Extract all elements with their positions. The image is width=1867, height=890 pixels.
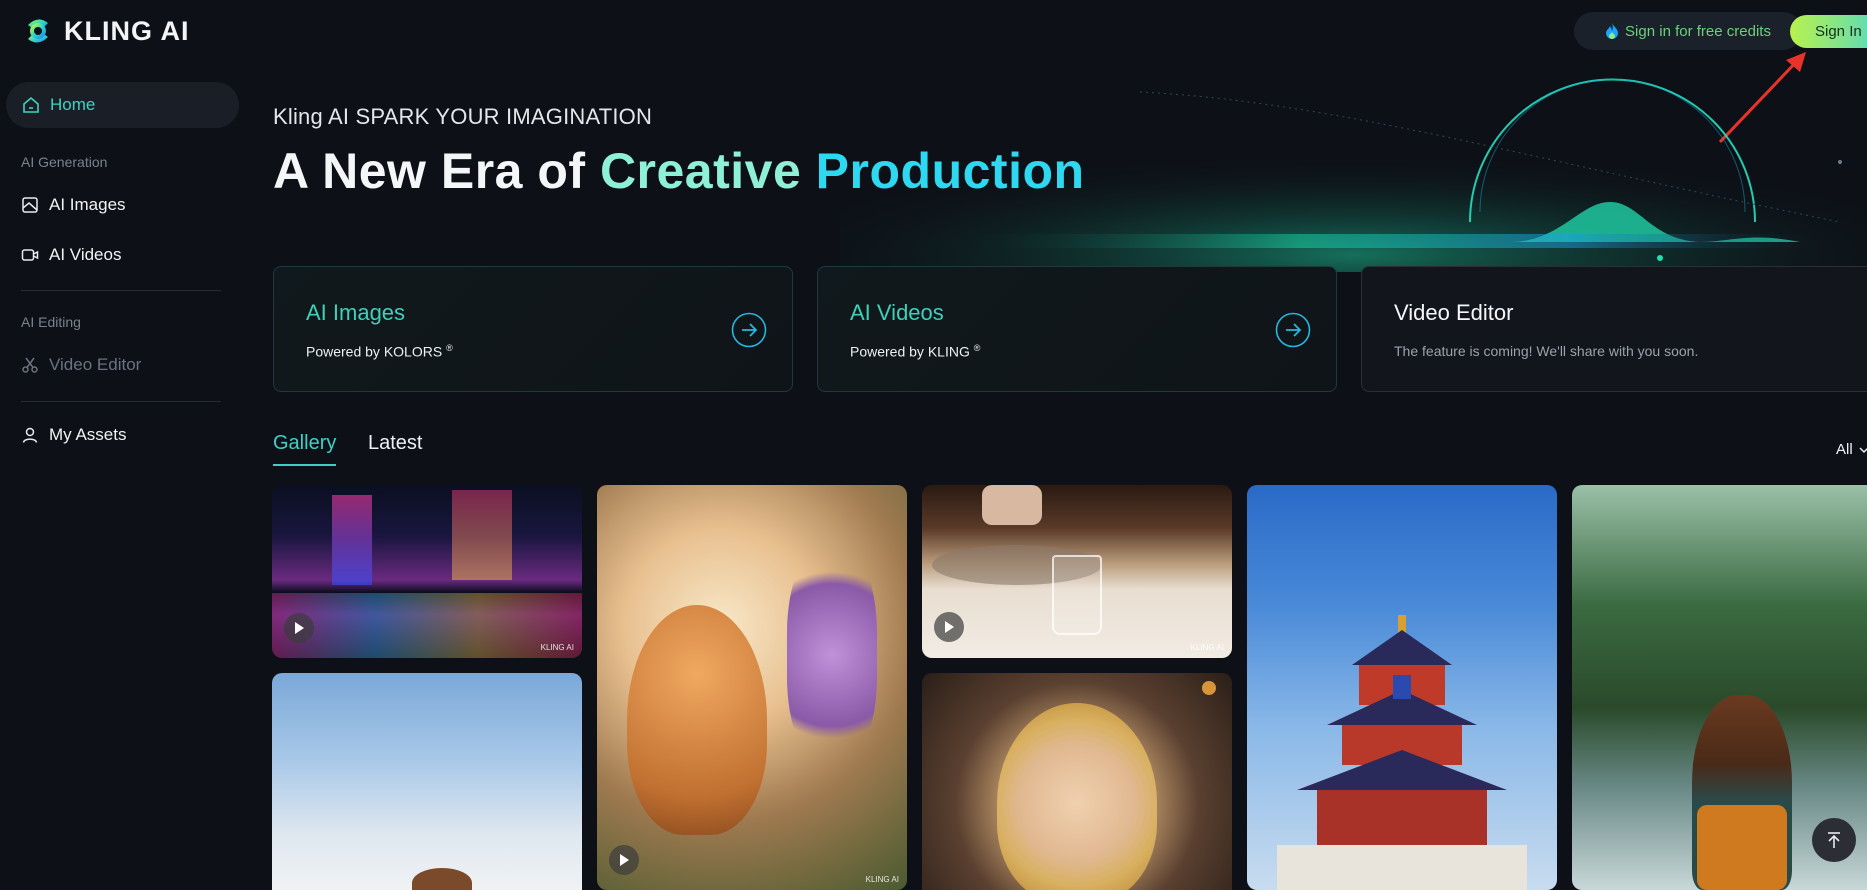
brand-name: KLING AI bbox=[64, 15, 190, 46]
card-title: AI Images bbox=[306, 300, 406, 325]
sidebar-item-ai-videos[interactable]: AI Videos bbox=[21, 240, 121, 270]
play-icon[interactable] bbox=[284, 613, 314, 643]
face bbox=[997, 703, 1157, 890]
divider bbox=[21, 401, 221, 402]
flame-icon bbox=[1606, 23, 1619, 39]
sidebar-item-home[interactable]: Home bbox=[6, 82, 239, 128]
scissors-icon bbox=[22, 357, 38, 373]
user-icon bbox=[22, 427, 38, 443]
hero-title-part: Production bbox=[815, 143, 1085, 199]
sidebar-item-my-assets[interactable]: My Assets bbox=[21, 420, 126, 450]
sidebar-item-label: My Assets bbox=[49, 425, 127, 444]
image-icon bbox=[22, 197, 38, 213]
sidebar: Home AI Generation AI Images AI Videos A… bbox=[0, 62, 240, 890]
video-camera-icon bbox=[21, 249, 39, 261]
card-ai-videos[interactable]: AI Videos Powered by KLING ® bbox=[817, 266, 1337, 392]
neon-building bbox=[452, 490, 512, 580]
tile-city-night[interactable]: KLING AI bbox=[272, 485, 582, 658]
neon-building bbox=[332, 495, 372, 585]
hero-title-part: A New Era of bbox=[273, 143, 600, 199]
home-icon bbox=[23, 96, 39, 113]
kling-watermark: KLING AI bbox=[1190, 643, 1224, 652]
registered-mark: ® bbox=[973, 343, 981, 353]
free-credits-label: Sign in for free credits bbox=[1625, 22, 1771, 40]
kling-logo-icon bbox=[28, 19, 48, 43]
hero-title-part: Creative bbox=[599, 143, 816, 199]
card-subtitle: Powered by KLING ® bbox=[850, 343, 980, 360]
backpack bbox=[1697, 805, 1787, 890]
street-reflection bbox=[272, 593, 582, 658]
card-subtitle-text: Powered by KLING bbox=[850, 343, 970, 360]
card-subtitle: The feature is coming! We'll share with … bbox=[1394, 343, 1699, 359]
glass bbox=[1052, 555, 1102, 635]
card-title: AI Videos bbox=[850, 300, 944, 325]
card-subtitle: Powered by KOLORS ® bbox=[306, 343, 453, 360]
sidebar-item-ai-images[interactable]: AI Images bbox=[21, 190, 126, 220]
top-bar: KLING AI Sign in for free credits Sign I… bbox=[0, 0, 1867, 144]
card-subtitle-text: Powered by KOLORS bbox=[306, 343, 443, 360]
hand bbox=[982, 485, 1042, 525]
tile-blonde-portrait[interactable] bbox=[922, 673, 1232, 890]
card-ai-images[interactable]: AI Images Powered by KOLORS ® bbox=[273, 266, 793, 392]
temple-illustration bbox=[1277, 615, 1527, 890]
kling-watermark: KLING AI bbox=[865, 875, 899, 884]
kling-logo[interactable]: KLING AI bbox=[22, 12, 190, 50]
sign-in-button[interactable]: Sign In bbox=[1790, 15, 1867, 48]
tile-cat-flowers[interactable]: KLING AI bbox=[597, 485, 907, 890]
play-icon[interactable] bbox=[934, 612, 964, 642]
cat-figure bbox=[627, 605, 767, 835]
hero-banner: Kling AI SPARK YOUR IMAGINATION A New Er… bbox=[240, 62, 1867, 272]
hero-title: A New Era of Creative Production bbox=[273, 142, 1085, 200]
flowers bbox=[787, 545, 877, 765]
divider bbox=[21, 290, 221, 291]
kling-watermark: KLING AI bbox=[540, 643, 574, 652]
arrow-up-icon bbox=[1828, 832, 1840, 848]
chevron-down-icon bbox=[1859, 446, 1867, 453]
sidebar-item-label: Video Editor bbox=[49, 355, 142, 374]
card-video-editor[interactable]: Video Editor The feature is coming! We'l… bbox=[1361, 266, 1867, 392]
bokeh-light bbox=[1202, 681, 1216, 695]
dog-head bbox=[412, 868, 472, 890]
section-label-ai-generation: AI Generation bbox=[21, 154, 108, 170]
sidebar-item-label: Home bbox=[50, 95, 96, 114]
tile-temple-of-heaven[interactable] bbox=[1247, 485, 1557, 890]
sidebar-item-video-editor[interactable]: Video Editor bbox=[21, 350, 141, 380]
filter-dropdown[interactable]: All bbox=[1836, 441, 1867, 458]
card-title: Video Editor bbox=[1394, 300, 1514, 325]
play-icon[interactable] bbox=[609, 845, 639, 875]
hero-subtitle: Kling AI SPARK YOUR IMAGINATION bbox=[273, 104, 653, 129]
filter-value: All bbox=[1836, 441, 1853, 458]
feature-cards: AI Images Powered by KOLORS ® AI Videos … bbox=[273, 266, 1867, 392]
scroll-to-top-button[interactable] bbox=[1812, 818, 1856, 862]
section-label-ai-editing: AI Editing bbox=[21, 314, 81, 330]
tile-sky-dog[interactable] bbox=[272, 673, 582, 890]
tab-latest[interactable]: Latest bbox=[368, 432, 422, 455]
tab-gallery[interactable]: Gallery bbox=[273, 432, 337, 466]
tile-glass-sink[interactable]: KLING AI bbox=[922, 485, 1232, 658]
arrow-right-icon[interactable] bbox=[731, 312, 767, 348]
sidebar-item-label: AI Videos bbox=[49, 245, 122, 264]
registered-mark: ® bbox=[446, 343, 453, 353]
free-credits-button[interactable]: Sign in for free credits bbox=[1574, 12, 1802, 50]
sidebar-item-label: AI Images bbox=[49, 195, 126, 214]
arrow-right-icon[interactable] bbox=[1275, 312, 1311, 348]
